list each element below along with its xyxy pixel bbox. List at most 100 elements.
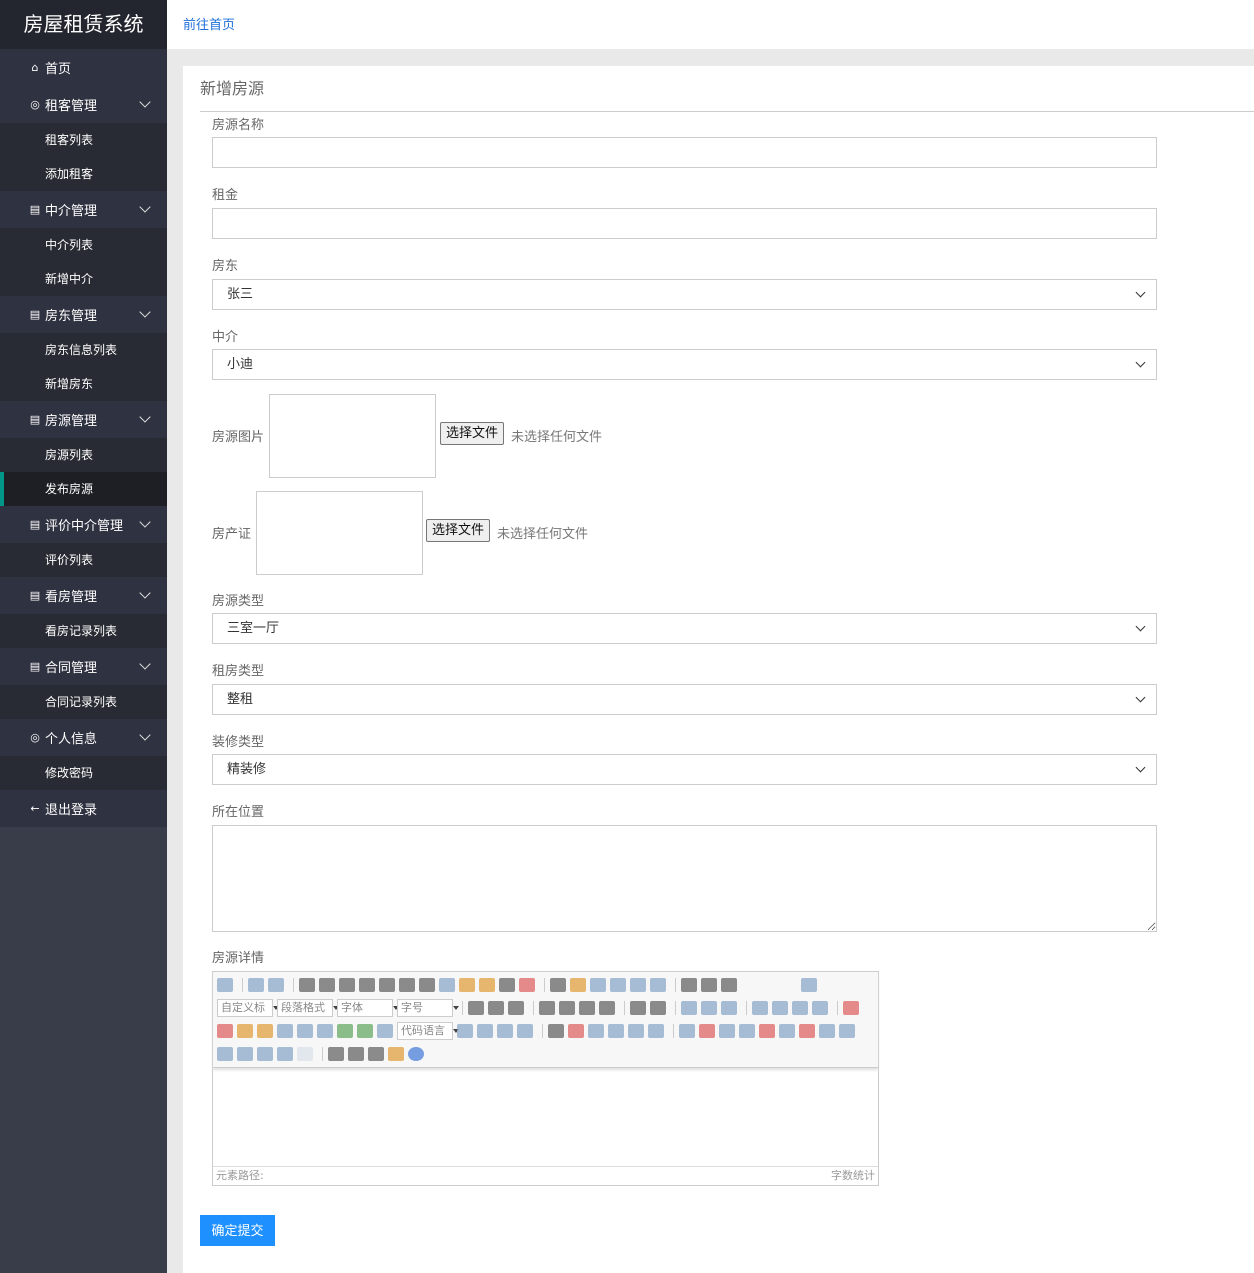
house-type-select[interactable]: 三室一厅	[212, 613, 1157, 644]
special-char-icon[interactable]	[608, 1024, 624, 1038]
rich-text-editor[interactable]: 自定义标 段落格式 字体 字号 代码语言 元素路径: 字数统计	[212, 971, 879, 1186]
html-icon[interactable]	[217, 978, 233, 992]
video-icon[interactable]	[277, 1024, 293, 1038]
sidebar-item-tenant-list[interactable]: 租客列表	[0, 123, 167, 157]
cert-file-button[interactable]: 选择文件	[426, 519, 491, 542]
attachment-icon[interactable]	[317, 1024, 333, 1038]
insert-col-icon[interactable]	[779, 1024, 795, 1038]
background-icon[interactable]	[477, 1024, 493, 1038]
emotion-icon[interactable]	[237, 1024, 253, 1038]
auto-typeset-icon[interactable]	[479, 978, 495, 992]
eraser-icon[interactable]	[439, 978, 455, 992]
strikethrough-icon[interactable]	[379, 978, 395, 992]
row-spacing-top-icon[interactable]	[681, 978, 697, 992]
sidebar-item-viewing-list[interactable]: 看房记录列表	[0, 614, 167, 648]
ordered-list-icon[interactable]	[590, 978, 606, 992]
align-justify-icon[interactable]	[599, 1001, 615, 1015]
submit-button[interactable]: 确定提交	[200, 1215, 275, 1246]
paragraph-dropdown[interactable]: 段落格式	[277, 999, 339, 1017]
template-icon[interactable]	[497, 1024, 513, 1038]
sidebar-item-add-agent[interactable]: 新增中介	[0, 262, 167, 296]
insert-table-icon[interactable]	[679, 1024, 695, 1038]
sidebar-item-house-list[interactable]: 房源列表	[0, 438, 167, 472]
sidebar-item-change-password[interactable]: 修改密码	[0, 756, 167, 790]
editor-content[interactable]	[213, 1068, 878, 1166]
sidebar-group-landlord[interactable]: ▤ 房东管理	[0, 296, 167, 333]
lowercase-icon[interactable]	[650, 1001, 666, 1015]
sidebar-item-review-list[interactable]: 评价列表	[0, 543, 167, 577]
delete-row-icon[interactable]	[759, 1024, 775, 1038]
delete-col-icon[interactable]	[799, 1024, 815, 1038]
landlord-select[interactable]: 张三	[212, 279, 1157, 310]
uppercase-icon[interactable]	[630, 1001, 646, 1015]
music-icon[interactable]	[297, 1024, 313, 1038]
sidebar-group-contract[interactable]: ▤ 合同管理	[0, 648, 167, 685]
sidebar-item-landlord-list[interactable]: 房东信息列表	[0, 333, 167, 367]
image-file-button[interactable]: 选择文件	[440, 422, 505, 445]
underline-icon[interactable]	[339, 978, 355, 992]
sidebar-group-review[interactable]: ▤ 评价中介管理	[0, 506, 167, 543]
decor-select[interactable]: 精装修	[212, 754, 1157, 785]
simple-upload-icon[interactable]	[843, 1001, 859, 1015]
search-replace-icon[interactable]	[368, 1047, 384, 1061]
code-language-dropdown[interactable]: 代码语言	[397, 1022, 459, 1040]
merge-cells-icon[interactable]	[819, 1024, 835, 1038]
insert-row-icon[interactable]	[739, 1024, 755, 1038]
line-height-icon[interactable]	[721, 978, 737, 992]
agent-select[interactable]: 小迪	[212, 349, 1157, 380]
unordered-list-icon[interactable]	[610, 978, 626, 992]
align-center-icon[interactable]	[559, 1001, 575, 1015]
date-icon[interactable]	[568, 1024, 584, 1038]
paste-plain-icon[interactable]	[519, 978, 535, 992]
align-left-icon[interactable]	[539, 1001, 555, 1015]
rtl-icon[interactable]	[488, 1001, 504, 1015]
sidebar-item-contract-list[interactable]: 合同记录列表	[0, 685, 167, 719]
insert-paragraph-icon[interactable]	[719, 1024, 735, 1038]
insert-image-icon[interactable]	[217, 1024, 233, 1038]
subscript-icon[interactable]	[419, 978, 435, 992]
image-none-icon[interactable]	[752, 1001, 768, 1015]
font-color-icon[interactable]	[550, 978, 566, 992]
font-border-icon[interactable]	[359, 978, 375, 992]
link-icon[interactable]	[681, 1001, 697, 1015]
row-spacing-bottom-icon[interactable]	[701, 978, 717, 992]
word-image-icon[interactable]	[648, 1024, 664, 1038]
house-name-input[interactable]	[212, 137, 1157, 168]
sidebar-item-add-landlord[interactable]: 新增房东	[0, 367, 167, 401]
drafts-icon[interactable]	[388, 1047, 404, 1061]
sidebar-item-logout[interactable]: ← 退出登录	[0, 790, 167, 827]
split-rows-icon[interactable]	[257, 1047, 273, 1061]
split-cells-icon[interactable]	[237, 1047, 253, 1061]
help-icon[interactable]	[408, 1047, 424, 1061]
merge-down-icon[interactable]	[217, 1047, 233, 1061]
sidebar-item-add-tenant[interactable]: 添加租客	[0, 157, 167, 191]
image-right-icon[interactable]	[792, 1001, 808, 1015]
align-right-icon[interactable]	[579, 1001, 595, 1015]
home-link[interactable]: 前往首页	[183, 14, 235, 33]
ltr-icon[interactable]	[468, 1001, 484, 1015]
redo-icon[interactable]	[268, 978, 284, 992]
sidebar-group-tenant[interactable]: ◎ 租客管理	[0, 86, 167, 123]
custom-title-dropdown[interactable]: 自定义标	[217, 999, 279, 1017]
highlight-icon[interactable]	[570, 978, 586, 992]
gmap-icon[interactable]	[357, 1024, 373, 1038]
image-center-icon[interactable]	[812, 1001, 828, 1015]
scrawl-icon[interactable]	[257, 1024, 273, 1038]
image-left-icon[interactable]	[772, 1001, 788, 1015]
clear-doc-icon[interactable]	[650, 978, 666, 992]
page-break-icon[interactable]	[457, 1024, 473, 1038]
unlink-icon[interactable]	[701, 1001, 717, 1015]
rent-input[interactable]	[212, 208, 1157, 239]
time-icon[interactable]	[588, 1024, 604, 1038]
delete-table-icon[interactable]	[699, 1024, 715, 1038]
font-size-dropdown[interactable]: 字号	[397, 999, 459, 1017]
map-icon[interactable]	[337, 1024, 353, 1038]
bold-icon[interactable]	[299, 978, 315, 992]
merge-right-icon[interactable]	[839, 1024, 855, 1038]
rent-type-select[interactable]: 整租	[212, 684, 1157, 715]
italic-icon[interactable]	[319, 978, 335, 992]
indent-icon[interactable]	[508, 1001, 524, 1015]
sidebar-group-house[interactable]: ▤ 房源管理	[0, 401, 167, 438]
chart-icon[interactable]	[297, 1047, 313, 1061]
anchor-icon[interactable]	[721, 1001, 737, 1015]
